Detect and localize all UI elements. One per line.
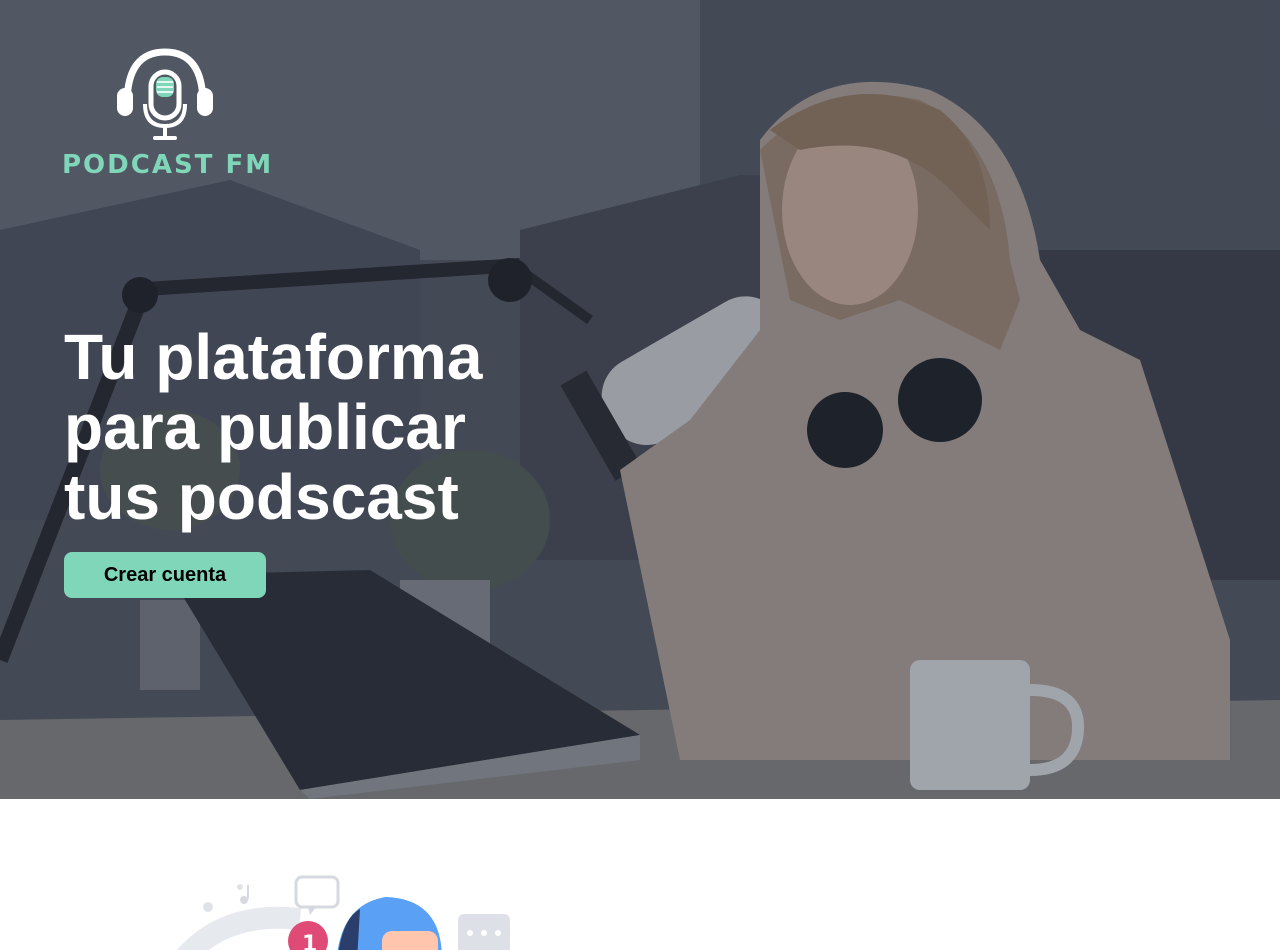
brand-name: PODCAST FM (62, 150, 274, 180)
headline-line-2: para publicar (64, 391, 466, 463)
create-account-button[interactable]: Crear cuenta (64, 552, 266, 598)
brand-logo[interactable]: PODCAST FM (62, 48, 274, 180)
decor-dot (203, 902, 213, 912)
podcast-illustration: 1 (177, 875, 510, 950)
avatar-icon (337, 897, 442, 950)
headline-line-3: tus podscast (64, 461, 459, 533)
chat-bubble-icon (294, 875, 340, 915)
headline-line-1: Tu plataforma (64, 321, 483, 393)
headphones-microphone-icon (117, 48, 213, 140)
hero-section: PODCAST FM Tu plataforma para publicar t… (0, 0, 1280, 799)
hero-headline: Tu plataforma para publicar tus podscast (64, 322, 524, 532)
svg-text:1: 1 (302, 932, 317, 950)
typing-bubble-icon (458, 914, 510, 950)
features-section: 1 (0, 799, 1280, 950)
decor-dot (237, 884, 243, 890)
